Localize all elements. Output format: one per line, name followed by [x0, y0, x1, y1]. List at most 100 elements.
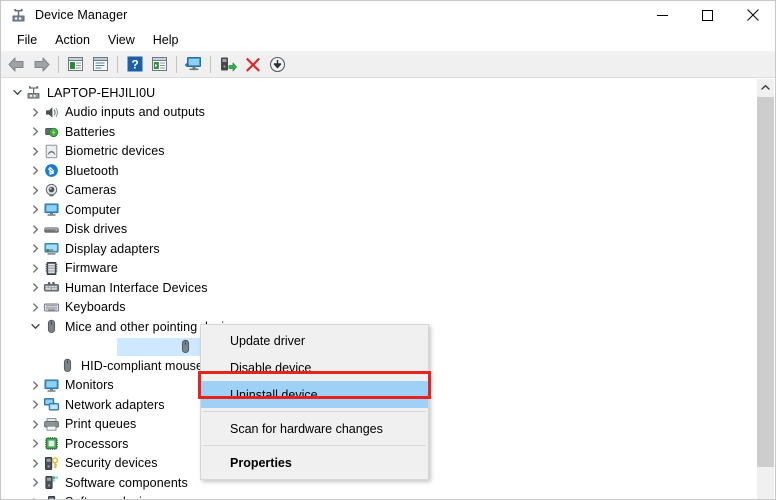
- scan-for-hardware-changes-icon[interactable]: [181, 53, 206, 76]
- tree-item-label: Network adapters: [65, 397, 165, 412]
- tree-item-label: Software components: [65, 475, 188, 490]
- chevron-right-icon[interactable]: [27, 181, 43, 200]
- context-menu-item-uninstall-device[interactable]: Uninstall device: [201, 381, 428, 408]
- tree-item-label: Disk drives: [65, 222, 128, 237]
- bluetooth-icon: [43, 162, 60, 179]
- tree-item-computer[interactable]: Computer: [1, 200, 753, 220]
- update-driver-icon[interactable]: [215, 53, 240, 76]
- tree-item-keyboards[interactable]: Keyboards: [1, 298, 753, 318]
- chevron-right-icon[interactable]: [27, 493, 43, 499]
- chevron-down-icon[interactable]: [27, 317, 43, 336]
- vertical-scrollbar[interactable]: [757, 79, 774, 499]
- tree-item-label: Software devices: [65, 495, 162, 499]
- forward-icon[interactable]: [29, 53, 54, 76]
- hid-icon: [43, 279, 60, 296]
- context-menu-item-disable-device[interactable]: Disable device: [201, 354, 428, 381]
- window-title: Device Manager: [35, 8, 128, 22]
- software-component-icon: [43, 474, 60, 491]
- menu-action[interactable]: Action: [46, 31, 99, 49]
- scroll-up-button[interactable]: [757, 79, 774, 96]
- menu-bar: File Action View Help: [1, 29, 775, 51]
- context-menu-item-update-driver[interactable]: Update driver: [201, 327, 428, 354]
- chevron-right-icon[interactable]: [27, 454, 43, 473]
- minimize-button[interactable]: [640, 1, 685, 29]
- network-adapter-icon: [43, 396, 60, 413]
- tree-item-display-adapters[interactable]: Display adapters: [1, 239, 753, 259]
- chevron-right-icon[interactable]: [27, 122, 43, 141]
- back-icon[interactable]: [4, 53, 29, 76]
- tree-item-label: Security devices: [65, 456, 158, 471]
- software-device-icon: [43, 494, 60, 499]
- tree-item-label: Firmware: [65, 261, 118, 276]
- svg-text:?: ?: [131, 58, 138, 72]
- properties-icon[interactable]: [88, 53, 113, 76]
- chevron-right-icon[interactable]: [27, 376, 43, 395]
- tree-item-bluetooth[interactable]: Bluetooth: [1, 161, 753, 181]
- chevron-right-icon[interactable]: [27, 278, 43, 297]
- menu-file[interactable]: File: [8, 31, 46, 49]
- maximize-button[interactable]: [685, 1, 730, 29]
- display-adapter-icon: [43, 240, 60, 257]
- tree-item-label: HID-compliant mouse: [81, 358, 204, 373]
- chevron-right-icon[interactable]: [27, 395, 43, 414]
- tree-item-label: Biometric devices: [65, 144, 165, 159]
- chevron-right-icon[interactable]: [27, 103, 43, 122]
- tree-item-label: Audio inputs and outputs: [65, 105, 206, 120]
- window-controls: [640, 1, 775, 29]
- chevron-right-icon[interactable]: [27, 298, 43, 317]
- menu-help[interactable]: Help: [144, 31, 188, 49]
- chevron-right-icon[interactable]: [27, 161, 43, 180]
- tree-item-biometric-devices[interactable]: Biometric devices: [1, 142, 753, 162]
- uninstall-device-icon[interactable]: [240, 53, 265, 76]
- monitor-icon: [43, 377, 60, 394]
- chevron-right-icon[interactable]: [27, 220, 43, 239]
- tree-item-cameras[interactable]: Cameras: [1, 181, 753, 201]
- tree-item-root[interactable]: LAPTOP-EHJILI0U: [1, 83, 753, 103]
- processor-icon: [43, 435, 60, 452]
- chevron-right-icon[interactable]: [27, 415, 43, 434]
- chevron-right-icon[interactable]: [27, 259, 43, 278]
- tree-item-label: Cameras: [65, 183, 117, 198]
- printer-icon: [43, 416, 60, 433]
- chevron-right-icon[interactable]: [27, 434, 43, 453]
- tree-item-label: Print queues: [65, 417, 137, 432]
- toolbar-separator: [117, 55, 118, 73]
- context-menu: Update driver Disable device Uninstall d…: [200, 324, 429, 480]
- speaker-icon: [43, 104, 60, 121]
- tree-item-label: Processors: [65, 436, 129, 451]
- tree-item-disk-drives[interactable]: Disk drives: [1, 220, 753, 240]
- context-menu-separator: [203, 445, 426, 446]
- chevron-right-icon[interactable]: [27, 142, 43, 161]
- chevron-right-icon[interactable]: [27, 200, 43, 219]
- scrollbar-thumb[interactable]: [757, 97, 774, 467]
- chevron-right-icon[interactable]: [27, 473, 43, 492]
- device-manager-window: Device Manager File Action View Help ? L…: [0, 0, 776, 500]
- tree-item-batteries[interactable]: Batteries: [1, 122, 753, 142]
- tree-item-firmware[interactable]: Firmware: [1, 259, 753, 279]
- chevron-right-icon[interactable]: [27, 239, 43, 258]
- battery-icon: [43, 123, 60, 140]
- chevron-down-icon[interactable]: [9, 83, 25, 102]
- camera-icon: [43, 182, 60, 199]
- tree-item-human-interface-devices[interactable]: Human Interface Devices: [1, 278, 753, 298]
- menu-view[interactable]: View: [99, 31, 144, 49]
- show-hide-console-tree-icon[interactable]: [63, 53, 88, 76]
- close-button[interactable]: [730, 1, 775, 29]
- help-icon[interactable]: ?: [122, 53, 147, 76]
- firmware-icon: [43, 260, 60, 277]
- tree-item-audio-inputs-and-outputs[interactable]: Audio inputs and outputs: [1, 103, 753, 123]
- mouse-icon: [177, 338, 194, 355]
- mouse-icon: [59, 357, 76, 374]
- title-bar: Device Manager: [1, 1, 775, 29]
- toolbar: ?: [1, 51, 775, 78]
- computer-root-icon: [25, 84, 42, 101]
- tree-item-label: Monitors: [65, 378, 114, 393]
- context-menu-separator: [203, 411, 426, 412]
- disable-device-icon[interactable]: [265, 53, 290, 76]
- tree-item-label: Display adapters: [65, 241, 160, 256]
- show-hide-action-pane-icon[interactable]: [147, 53, 172, 76]
- context-menu-item-scan-for-hardware-changes[interactable]: Scan for hardware changes: [201, 415, 428, 442]
- tree-item-software-devices[interactable]: Software devices: [1, 493, 753, 499]
- keyboard-icon: [43, 299, 60, 316]
- context-menu-item-properties[interactable]: Properties: [201, 449, 428, 476]
